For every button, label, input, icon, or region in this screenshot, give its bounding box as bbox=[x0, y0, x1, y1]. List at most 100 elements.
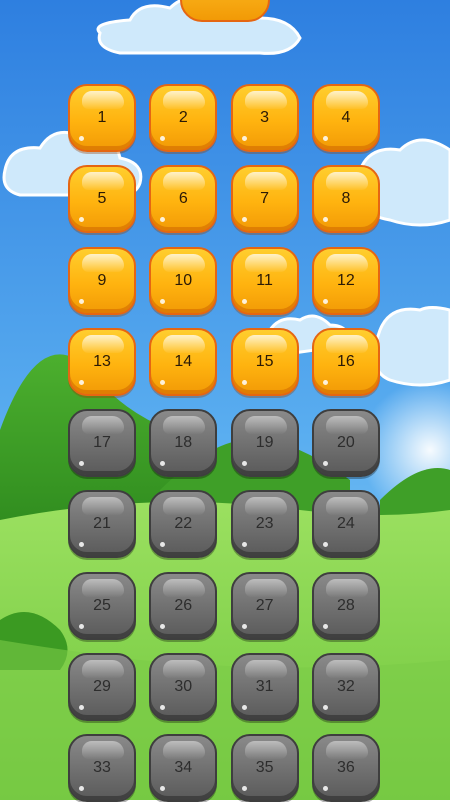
level-number: 11 bbox=[256, 271, 273, 289]
level-number: 6 bbox=[178, 190, 188, 208]
button-shine bbox=[163, 660, 206, 679]
level-number: 35 bbox=[255, 759, 274, 777]
level-button-2[interactable]: 2 bbox=[149, 84, 218, 152]
sparkle-icon bbox=[241, 542, 247, 548]
locked-level-button-29[interactable]: 29 bbox=[68, 653, 136, 722]
level-number: 19 bbox=[255, 434, 274, 452]
button-shine bbox=[244, 172, 287, 191]
locked-level-button-17[interactable]: 17 bbox=[68, 409, 136, 478]
top-banner-badge bbox=[180, 0, 270, 22]
sparkle-icon bbox=[322, 298, 328, 304]
button-shine bbox=[82, 172, 124, 191]
sparkle-icon bbox=[79, 379, 84, 385]
level-number: 32 bbox=[336, 678, 355, 696]
level-button-16[interactable]: 16 bbox=[311, 327, 380, 396]
level-number: 18 bbox=[174, 434, 193, 452]
level-number: 34 bbox=[174, 759, 193, 777]
level-number: 26 bbox=[174, 596, 193, 614]
button-shine bbox=[82, 741, 124, 760]
locked-level-button-33[interactable]: 33 bbox=[68, 734, 136, 802]
level-grid: 1 2 3 4 5 6 7 8 9 10 11 12 13 14 15 16 17 18 19 20 21 22 23 24 2… bbox=[68, 84, 382, 802]
level-button-7[interactable]: 7 bbox=[230, 165, 299, 234]
sparkle-icon bbox=[322, 705, 328, 711]
locked-level-button-36[interactable]: 36 bbox=[311, 734, 380, 802]
button-shine bbox=[325, 253, 368, 272]
locked-level-button-28[interactable]: 28 bbox=[311, 571, 380, 640]
sparkle-icon bbox=[241, 298, 247, 304]
button-shine bbox=[163, 741, 206, 760]
sparkle-icon bbox=[241, 217, 247, 223]
button-shine bbox=[244, 416, 287, 435]
button-shine bbox=[325, 416, 368, 435]
level-button-3[interactable]: 3 bbox=[230, 84, 299, 152]
locked-level-button-22[interactable]: 22 bbox=[149, 490, 218, 559]
sparkle-icon bbox=[160, 542, 166, 548]
level-button-15[interactable]: 15 bbox=[230, 327, 299, 396]
button-shine bbox=[82, 578, 124, 597]
level-number: 23 bbox=[255, 515, 274, 533]
level-button-13[interactable]: 13 bbox=[68, 327, 136, 396]
locked-level-button-31[interactable]: 31 bbox=[230, 653, 299, 722]
level-button-5[interactable]: 5 bbox=[68, 165, 136, 234]
level-number: 36 bbox=[336, 759, 355, 777]
level-number: 31 bbox=[255, 678, 274, 696]
locked-level-button-23[interactable]: 23 bbox=[230, 490, 299, 559]
locked-level-button-25[interactable]: 25 bbox=[68, 571, 136, 640]
level-number: 7 bbox=[260, 190, 270, 208]
locked-level-button-21[interactable]: 21 bbox=[68, 490, 136, 559]
locked-level-button-27[interactable]: 27 bbox=[230, 571, 299, 640]
button-shine bbox=[325, 741, 368, 760]
level-button-6[interactable]: 6 bbox=[149, 165, 218, 234]
locked-level-button-20[interactable]: 20 bbox=[311, 409, 380, 478]
button-shine bbox=[163, 416, 206, 435]
level-number: 13 bbox=[93, 352, 111, 370]
button-shine bbox=[82, 91, 124, 109]
sparkle-icon bbox=[322, 623, 328, 629]
level-button-9[interactable]: 9 bbox=[68, 246, 136, 315]
button-shine bbox=[325, 91, 368, 109]
locked-level-button-24[interactable]: 24 bbox=[311, 490, 380, 559]
sparkle-icon bbox=[322, 542, 328, 548]
locked-level-button-19[interactable]: 19 bbox=[230, 409, 299, 478]
level-button-12[interactable]: 12 bbox=[311, 246, 380, 315]
sparkle-icon bbox=[160, 786, 166, 792]
level-button-10[interactable]: 10 bbox=[149, 246, 218, 315]
sparkle-icon bbox=[322, 379, 328, 385]
locked-level-button-32[interactable]: 32 bbox=[311, 653, 380, 722]
level-number: 1 bbox=[97, 109, 107, 126]
sparkle-icon bbox=[241, 705, 247, 711]
level-number: 5 bbox=[97, 190, 107, 208]
sparkle-icon bbox=[160, 705, 166, 711]
sparkle-icon bbox=[241, 623, 247, 629]
level-button-4[interactable]: 4 bbox=[311, 84, 380, 152]
sparkle-icon bbox=[79, 217, 84, 223]
button-shine bbox=[82, 334, 124, 353]
level-number: 27 bbox=[255, 596, 274, 614]
sparkle-icon bbox=[160, 379, 166, 385]
sparkle-icon bbox=[322, 786, 328, 792]
sparkle-icon bbox=[79, 542, 84, 548]
level-button-1[interactable]: 1 bbox=[68, 84, 136, 152]
sparkle-icon bbox=[160, 136, 166, 141]
level-button-8[interactable]: 8 bbox=[311, 165, 380, 234]
level-number: 33 bbox=[93, 759, 111, 777]
level-number: 22 bbox=[174, 515, 193, 533]
sparkle-icon bbox=[322, 217, 328, 223]
sparkle-icon bbox=[79, 623, 84, 629]
level-button-11[interactable]: 11 bbox=[230, 246, 299, 315]
level-number: 14 bbox=[174, 352, 193, 370]
locked-level-button-26[interactable]: 26 bbox=[149, 571, 218, 640]
level-button-14[interactable]: 14 bbox=[149, 327, 218, 396]
sparkle-icon bbox=[241, 786, 247, 792]
level-number: 30 bbox=[174, 678, 193, 696]
locked-level-button-30[interactable]: 30 bbox=[149, 653, 218, 722]
locked-level-button-18[interactable]: 18 bbox=[149, 409, 218, 478]
sparkle-icon bbox=[79, 136, 84, 141]
sparkle-icon bbox=[79, 786, 84, 792]
locked-level-button-34[interactable]: 34 bbox=[149, 734, 218, 802]
button-shine bbox=[244, 497, 287, 516]
button-shine bbox=[244, 578, 287, 597]
locked-level-button-35[interactable]: 35 bbox=[230, 734, 299, 802]
button-shine bbox=[325, 660, 368, 679]
button-shine bbox=[325, 334, 368, 353]
